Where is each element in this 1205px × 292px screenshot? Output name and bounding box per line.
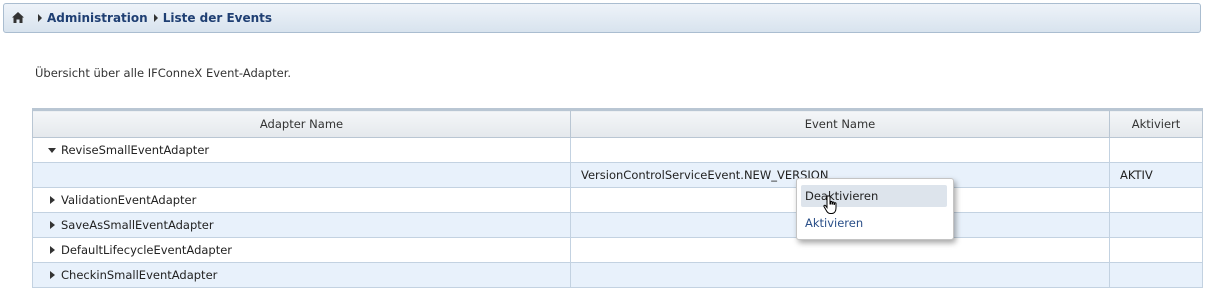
table-row[interactable]: SaveAsSmallEventAdapter	[32, 212, 1203, 238]
breadcrumb: Administration Liste der Events	[3, 3, 1201, 33]
adapter-name-cell	[32, 162, 571, 188]
adapter-name: ValidationEventAdapter	[61, 193, 197, 207]
activated-cell	[1109, 137, 1203, 163]
adapter-name: SaveAsSmallEventAdapter	[61, 218, 214, 232]
event-adapter-table: Adapter Name Event Name Aktiviert Revise…	[32, 108, 1203, 288]
activated-cell	[1109, 187, 1203, 213]
breadcrumb-administration[interactable]: Administration	[47, 11, 148, 25]
adapter-name: CheckinSmallEventAdapter	[61, 268, 218, 282]
breadcrumb-separator-icon	[38, 14, 42, 22]
column-header-event-name[interactable]: Event Name	[570, 108, 1110, 138]
home-icon[interactable]	[12, 12, 26, 24]
event-name-cell	[570, 237, 1110, 263]
collapsed-arrow-icon[interactable]	[50, 196, 55, 204]
adapter-name-cell[interactable]: SaveAsSmallEventAdapter	[32, 212, 571, 238]
activated-cell: AKTIV	[1109, 162, 1203, 188]
breadcrumb-event-list[interactable]: Liste der Events	[163, 11, 272, 25]
adapter-name: DefaultLifecycleEventAdapter	[61, 243, 233, 257]
activated-cell	[1109, 212, 1203, 238]
collapsed-arrow-icon[interactable]	[50, 246, 55, 254]
page-description: Übersicht über alle IFConneX Event-Adapt…	[35, 66, 292, 80]
adapter-name: ReviseSmallEventAdapter	[61, 143, 210, 157]
activated-cell	[1109, 237, 1203, 263]
collapsed-arrow-icon[interactable]	[50, 221, 55, 229]
adapter-name-cell[interactable]: ValidationEventAdapter	[32, 187, 571, 213]
context-menu: Deaktivieren Aktivieren	[796, 178, 954, 240]
table-header-row: Adapter Name Event Name Aktiviert	[32, 108, 1203, 138]
event-name-cell	[570, 137, 1110, 163]
table-row[interactable]: DefaultLifecycleEventAdapter	[32, 237, 1203, 263]
table-row[interactable]: CheckinSmallEventAdapter	[32, 262, 1203, 288]
column-header-adapter-name[interactable]: Adapter Name	[32, 108, 571, 138]
event-name-cell	[570, 262, 1110, 288]
breadcrumb-separator-icon	[153, 14, 158, 22]
expanded-arrow-icon[interactable]	[48, 147, 56, 153]
adapter-name-cell[interactable]: CheckinSmallEventAdapter	[32, 262, 571, 288]
adapter-name-cell[interactable]: ReviseSmallEventAdapter	[32, 137, 571, 163]
activated-cell	[1109, 262, 1203, 288]
table-row[interactable]: ReviseSmallEventAdapter	[32, 137, 1203, 163]
menu-item-activate[interactable]: Aktivieren	[801, 212, 947, 234]
table-row[interactable]: ValidationEventAdapter	[32, 187, 1203, 213]
collapsed-arrow-icon[interactable]	[50, 271, 55, 279]
column-header-activated[interactable]: Aktiviert	[1109, 108, 1203, 138]
table-row[interactable]: VersionControlServiceEvent.NEW_VERSION A…	[32, 162, 1203, 188]
adapter-name-cell[interactable]: DefaultLifecycleEventAdapter	[32, 237, 571, 263]
menu-item-deactivate[interactable]: Deaktivieren	[801, 185, 947, 207]
